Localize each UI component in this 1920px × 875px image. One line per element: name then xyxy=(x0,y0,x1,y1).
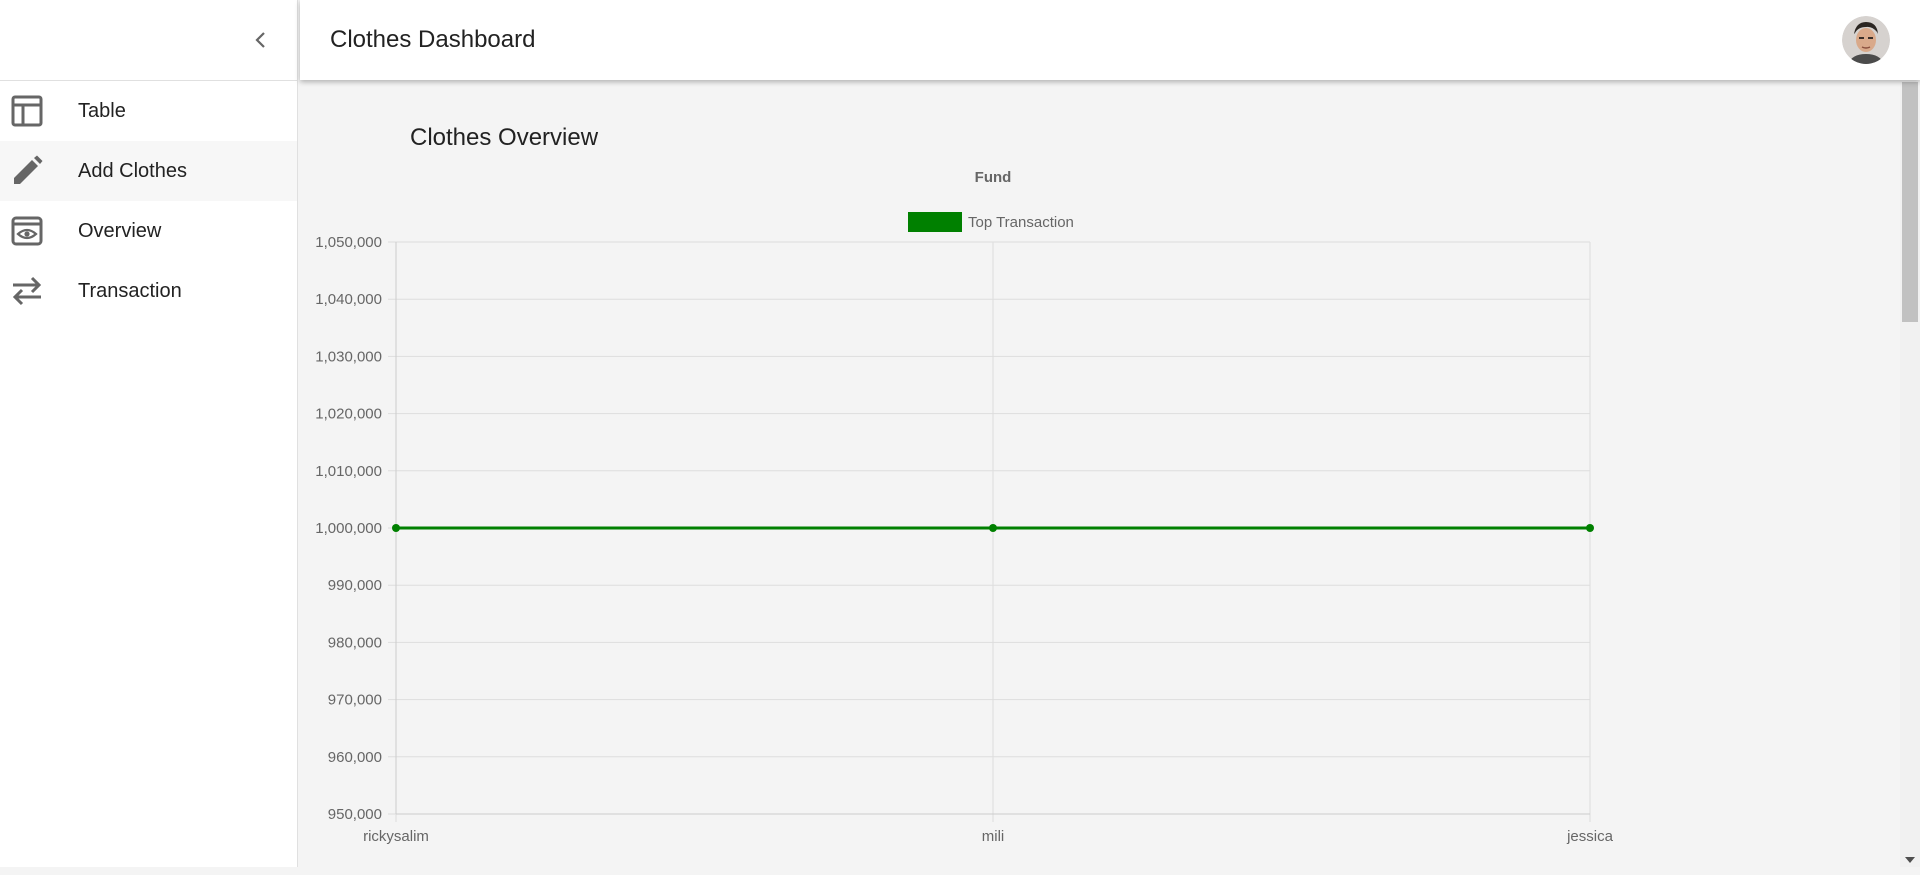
sidebar-item-overview[interactable]: Overview xyxy=(0,201,297,261)
sidebar-item-add-clothes[interactable]: Add Clothes xyxy=(0,141,297,201)
legend-swatch xyxy=(908,212,962,232)
sidebar-item-label: Overview xyxy=(78,219,162,242)
sidebar-item-label: Transaction xyxy=(78,279,182,302)
sidebar-nav: Table Add Clothes Overview Transaction xyxy=(0,81,297,321)
x-tick-label: mili xyxy=(982,828,1005,845)
scrollbar-thumb[interactable] xyxy=(1902,82,1918,322)
y-tick-label: 990,000 xyxy=(328,577,382,594)
sidebar-header xyxy=(0,0,297,81)
legend-label: Top Transaction xyxy=(968,214,1074,231)
data-point xyxy=(989,524,997,532)
y-tick-label: 960,000 xyxy=(328,749,382,766)
y-tick-label: 1,020,000 xyxy=(315,406,382,423)
chart-container: Fund Top Transaction 1,050,000 1,040,000 1,0… xyxy=(315,169,1700,870)
y-tick-label: 1,050,000 xyxy=(315,234,382,251)
x-tick-label: jessica xyxy=(1566,828,1614,845)
eye-icon xyxy=(11,216,43,246)
section-title: Clothes Overview xyxy=(410,124,599,151)
table-icon xyxy=(11,95,43,127)
sidebar-item-transaction[interactable]: Transaction xyxy=(0,261,297,321)
pencil-icon xyxy=(14,155,43,184)
x-tick-label: rickysalim xyxy=(363,828,429,845)
y-tick-label: 1,000,000 xyxy=(315,520,382,537)
chevron-left-icon xyxy=(255,32,265,48)
scroll-down-arrow-icon[interactable] xyxy=(1905,857,1915,863)
line-chart: Fund Top Transaction 1,050,000 1,040,000 1,0… xyxy=(315,169,1614,845)
app-header: Clothes Dashboard xyxy=(300,0,1920,80)
data-point xyxy=(392,524,400,532)
user-avatar-icon xyxy=(1842,16,1890,64)
sidebar-item-label: Add Clothes xyxy=(78,159,187,182)
swap-arrows-icon xyxy=(12,276,42,306)
sidebar-item-table[interactable]: Table xyxy=(0,81,297,141)
y-tick-label: 1,010,000 xyxy=(315,463,382,480)
chart-title: Fund xyxy=(975,169,1012,186)
vertical-scrollbar[interactable] xyxy=(1900,80,1920,867)
y-tick-label: 970,000 xyxy=(328,692,382,709)
page-title: Clothes Dashboard xyxy=(330,26,536,53)
sidebar-item-label: Table xyxy=(78,99,126,122)
main-content: Clothes Overview Fund Top Transaction 1,05… xyxy=(300,80,1900,867)
y-tick-label: 950,000 xyxy=(328,806,382,823)
sidebar: Table Add Clothes Overview Transaction xyxy=(0,0,298,867)
y-tick-label: 980,000 xyxy=(328,634,382,651)
avatar[interactable] xyxy=(1842,16,1890,64)
data-point xyxy=(1586,524,1594,532)
collapse-sidebar-button[interactable] xyxy=(241,20,281,60)
y-tick-label: 1,030,000 xyxy=(315,348,382,365)
y-tick-label: 1,040,000 xyxy=(315,291,382,308)
